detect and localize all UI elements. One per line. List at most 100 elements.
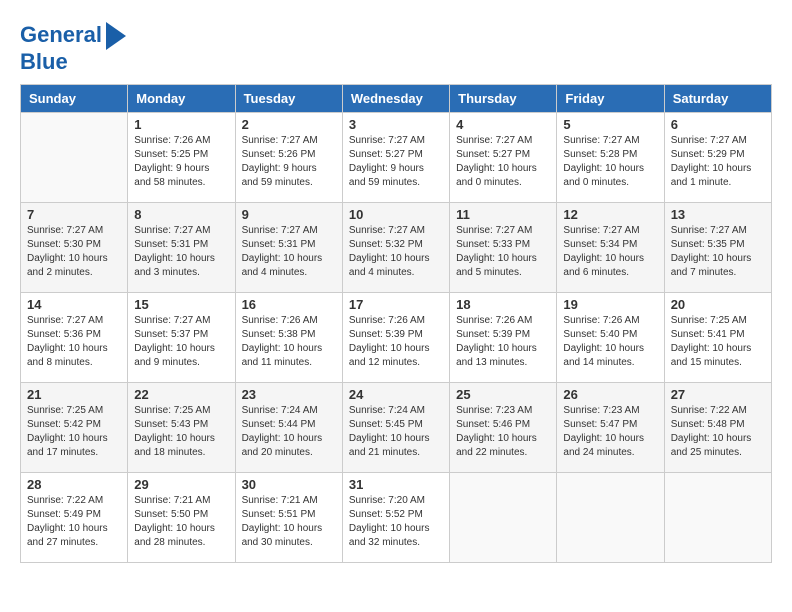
day-info: Sunrise: 7:26 AM Sunset: 5:25 PM Dayligh… <box>134 134 228 190</box>
day-info: Sunrise: 7:27 AM Sunset: 5:31 PM Dayligh… <box>134 224 228 280</box>
calendar-cell <box>21 113 128 203</box>
day-info: Sunrise: 7:27 AM Sunset: 5:32 PM Dayligh… <box>349 224 443 280</box>
day-number: 17 <box>349 297 443 312</box>
day-info: Sunrise: 7:27 AM Sunset: 5:26 PM Dayligh… <box>242 134 336 190</box>
calendar-cell: 18 Sunrise: 7:26 AM Sunset: 5:39 PM Dayli… <box>450 293 557 383</box>
header-thursday: Thursday <box>450 85 557 113</box>
day-number: 12 <box>563 207 657 222</box>
day-info: Sunrise: 7:25 AM Sunset: 5:42 PM Dayligh… <box>27 404 121 460</box>
calendar-cell: 13Sunrise: 7:27 AM Sunset: 5:35 PM Dayli… <box>664 203 771 293</box>
calendar-week-row: 28Sunrise: 7:22 AM Sunset: 5:49 PM Dayli… <box>21 473 772 563</box>
calendar-cell: 21 Sunrise: 7:25 AM Sunset: 5:42 PM Dayli… <box>21 383 128 473</box>
calendar-cell: 29 Sunrise: 7:21 AM Sunset: 5:50 PM Dayli… <box>128 473 235 563</box>
calendar-cell: 6Sunrise: 7:27 AM Sunset: 5:29 PM Daylig… <box>664 113 771 203</box>
calendar-cell: 11Sunrise: 7:27 AM Sunset: 5:33 PM Dayli… <box>450 203 557 293</box>
calendar-cell: 17 Sunrise: 7:26 AM Sunset: 5:39 PM Dayli… <box>342 293 449 383</box>
calendar-cell: 12 Sunrise: 7:27 AM Sunset: 5:34 PM Dayli… <box>557 203 664 293</box>
header-tuesday: Tuesday <box>235 85 342 113</box>
day-number: 1 <box>134 117 228 132</box>
calendar-cell: 20 Sunrise: 7:25 AM Sunset: 5:41 PM Dayli… <box>664 293 771 383</box>
day-info: Sunrise: 7:24 AM Sunset: 5:45 PM Dayligh… <box>349 404 443 460</box>
calendar-week-row: 14Sunrise: 7:27 AM Sunset: 5:36 PM Dayli… <box>21 293 772 383</box>
day-number: 19 <box>563 297 657 312</box>
calendar-cell: 16 Sunrise: 7:26 AM Sunset: 5:38 PM Dayli… <box>235 293 342 383</box>
day-info: Sunrise: 7:27 AM Sunset: 5:29 PM Dayligh… <box>671 134 765 190</box>
calendar-cell: 4 Sunrise: 7:27 AM Sunset: 5:27 PM Daylig… <box>450 113 557 203</box>
calendar-cell: 2 Sunrise: 7:27 AM Sunset: 5:26 PM Daylig… <box>235 113 342 203</box>
day-info: Sunrise: 7:22 AM Sunset: 5:48 PM Dayligh… <box>671 404 765 460</box>
calendar-cell: 19Sunrise: 7:26 AM Sunset: 5:40 PM Dayli… <box>557 293 664 383</box>
day-number: 24 <box>349 387 443 402</box>
day-number: 3 <box>349 117 443 132</box>
day-number: 16 <box>242 297 336 312</box>
day-number: 22 <box>134 387 228 402</box>
logo-arrow-icon <box>106 22 126 50</box>
day-info: Sunrise: 7:24 AM Sunset: 5:44 PM Dayligh… <box>242 404 336 460</box>
day-number: 14 <box>27 297 121 312</box>
header-sunday: Sunday <box>21 85 128 113</box>
day-info: Sunrise: 7:27 AM Sunset: 5:27 PM Dayligh… <box>349 134 443 190</box>
day-info: Sunrise: 7:27 AM Sunset: 5:37 PM Dayligh… <box>134 314 228 370</box>
day-number: 29 <box>134 477 228 492</box>
day-info: Sunrise: 7:27 AM Sunset: 5:30 PM Dayligh… <box>27 224 121 280</box>
calendar-cell: 24 Sunrise: 7:24 AM Sunset: 5:45 PM Dayli… <box>342 383 449 473</box>
day-number: 20 <box>671 297 765 312</box>
day-info: Sunrise: 7:21 AM Sunset: 5:50 PM Dayligh… <box>134 494 228 550</box>
calendar-week-row: 21 Sunrise: 7:25 AM Sunset: 5:42 PM Dayli… <box>21 383 772 473</box>
logo: General Blue <box>20 20 126 74</box>
calendar-cell: 15 Sunrise: 7:27 AM Sunset: 5:37 PM Dayli… <box>128 293 235 383</box>
calendar-cell <box>450 473 557 563</box>
day-number: 25 <box>456 387 550 402</box>
calendar-cell: 22 Sunrise: 7:25 AM Sunset: 5:43 PM Dayli… <box>128 383 235 473</box>
logo-text: General <box>20 23 102 47</box>
day-number: 21 <box>27 387 121 402</box>
day-info: Sunrise: 7:23 AM Sunset: 5:47 PM Dayligh… <box>563 404 657 460</box>
day-number: 27 <box>671 387 765 402</box>
calendar-cell <box>664 473 771 563</box>
header-saturday: Saturday <box>664 85 771 113</box>
day-number: 26 <box>563 387 657 402</box>
day-number: 10 <box>349 207 443 222</box>
day-info: Sunrise: 7:26 AM Sunset: 5:38 PM Dayligh… <box>242 314 336 370</box>
day-info: Sunrise: 7:27 AM Sunset: 5:33 PM Dayligh… <box>456 224 550 280</box>
calendar-cell: 25 Sunrise: 7:23 AM Sunset: 5:46 PM Dayli… <box>450 383 557 473</box>
day-number: 2 <box>242 117 336 132</box>
day-number: 7 <box>27 207 121 222</box>
calendar-cell: 8 Sunrise: 7:27 AM Sunset: 5:31 PM Daylig… <box>128 203 235 293</box>
calendar-cell: 5 Sunrise: 7:27 AM Sunset: 5:28 PM Daylig… <box>557 113 664 203</box>
calendar-cell: 30Sunrise: 7:21 AM Sunset: 5:51 PM Dayli… <box>235 473 342 563</box>
day-info: Sunrise: 7:26 AM Sunset: 5:39 PM Dayligh… <box>456 314 550 370</box>
day-number: 15 <box>134 297 228 312</box>
calendar-week-row: 7 Sunrise: 7:27 AM Sunset: 5:30 PM Daylig… <box>21 203 772 293</box>
calendar-cell: 7 Sunrise: 7:27 AM Sunset: 5:30 PM Daylig… <box>21 203 128 293</box>
calendar-cell: 31 Sunrise: 7:20 AM Sunset: 5:52 PM Dayli… <box>342 473 449 563</box>
page-header: General Blue <box>20 20 772 74</box>
day-number: 30 <box>242 477 336 492</box>
calendar-week-row: 1 Sunrise: 7:26 AM Sunset: 5:25 PM Daylig… <box>21 113 772 203</box>
day-info: Sunrise: 7:20 AM Sunset: 5:52 PM Dayligh… <box>349 494 443 550</box>
day-number: 18 <box>456 297 550 312</box>
day-number: 8 <box>134 207 228 222</box>
calendar-cell: 27 Sunrise: 7:22 AM Sunset: 5:48 PM Dayli… <box>664 383 771 473</box>
calendar-cell: 23Sunrise: 7:24 AM Sunset: 5:44 PM Dayli… <box>235 383 342 473</box>
calendar-cell: 3 Sunrise: 7:27 AM Sunset: 5:27 PM Daylig… <box>342 113 449 203</box>
day-info: Sunrise: 7:23 AM Sunset: 5:46 PM Dayligh… <box>456 404 550 460</box>
header-wednesday: Wednesday <box>342 85 449 113</box>
day-info: Sunrise: 7:27 AM Sunset: 5:31 PM Dayligh… <box>242 224 336 280</box>
calendar-cell <box>557 473 664 563</box>
day-number: 31 <box>349 477 443 492</box>
day-info: Sunrise: 7:27 AM Sunset: 5:35 PM Dayligh… <box>671 224 765 280</box>
day-info: Sunrise: 7:26 AM Sunset: 5:39 PM Dayligh… <box>349 314 443 370</box>
day-number: 5 <box>563 117 657 132</box>
day-info: Sunrise: 7:25 AM Sunset: 5:43 PM Dayligh… <box>134 404 228 460</box>
calendar-cell: 1 Sunrise: 7:26 AM Sunset: 5:25 PM Daylig… <box>128 113 235 203</box>
day-info: Sunrise: 7:25 AM Sunset: 5:41 PM Dayligh… <box>671 314 765 370</box>
calendar-cell: 28Sunrise: 7:22 AM Sunset: 5:49 PM Dayli… <box>21 473 128 563</box>
calendar-cell: 14Sunrise: 7:27 AM Sunset: 5:36 PM Dayli… <box>21 293 128 383</box>
day-info: Sunrise: 7:22 AM Sunset: 5:49 PM Dayligh… <box>27 494 121 550</box>
day-info: Sunrise: 7:27 AM Sunset: 5:34 PM Dayligh… <box>563 224 657 280</box>
day-info: Sunrise: 7:27 AM Sunset: 5:27 PM Dayligh… <box>456 134 550 190</box>
day-number: 4 <box>456 117 550 132</box>
day-info: Sunrise: 7:27 AM Sunset: 5:28 PM Dayligh… <box>563 134 657 190</box>
calendar-cell: 10 Sunrise: 7:27 AM Sunset: 5:32 PM Dayli… <box>342 203 449 293</box>
